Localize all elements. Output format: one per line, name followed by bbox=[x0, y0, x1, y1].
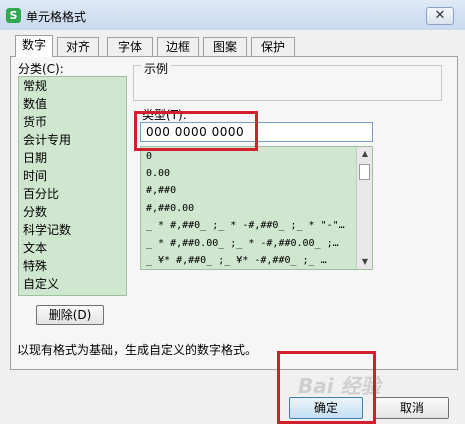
tab-font[interactable]: 字体 bbox=[107, 37, 153, 57]
scroll-thumb[interactable] bbox=[359, 164, 370, 180]
window-title: 单元格格式 bbox=[26, 10, 87, 24]
category-item[interactable]: 会计专用 bbox=[23, 132, 71, 149]
format-list[interactable]: 0 0.00 #,##0 #,##0.00 _ * #,##0_ ;_ * -#… bbox=[140, 146, 373, 270]
tab-number[interactable]: 数字 bbox=[15, 35, 53, 57]
description-text: 以现有格式为基础，生成自定义的数字格式。 bbox=[17, 343, 258, 357]
category-item[interactable]: 时间 bbox=[23, 168, 47, 185]
category-label: 分类(C): bbox=[18, 62, 64, 76]
sample-box bbox=[133, 65, 442, 101]
category-item[interactable]: 数值 bbox=[23, 96, 47, 113]
category-item[interactable]: 常规 bbox=[23, 78, 47, 95]
title-bar: S 单元格格式 ✕ bbox=[0, 0, 465, 30]
scroll-down-icon[interactable]: ▼ bbox=[357, 255, 373, 269]
category-item[interactable]: 日期 bbox=[23, 150, 47, 167]
category-item[interactable]: 分数 bbox=[23, 204, 47, 221]
delete-button[interactable]: 删除(D) bbox=[36, 305, 104, 325]
close-button[interactable]: ✕ bbox=[426, 7, 454, 25]
tab-alignment[interactable]: 对齐 bbox=[57, 37, 99, 57]
highlight-box-ok bbox=[277, 351, 376, 424]
category-item-selected[interactable]: 自定义 bbox=[23, 276, 60, 293]
format-item[interactable]: _ * #,##0_ ;_ * -#,##0_ ;_ * "-"… bbox=[146, 217, 345, 234]
category-item[interactable]: 百分比 bbox=[23, 186, 59, 203]
sample-label: 示例 bbox=[141, 60, 172, 77]
scroll-up-icon[interactable]: ▲ bbox=[357, 147, 373, 161]
category-item[interactable]: 科学记数 bbox=[23, 222, 71, 239]
cancel-button[interactable]: 取消 bbox=[375, 397, 449, 419]
category-list[interactable]: 常规 数值 货币 会计专用 日期 时间 百分比 分数 科学记数 文本 特殊 自定… bbox=[18, 76, 127, 296]
format-item[interactable]: _ * #,##0.00_ ;_ * -#,##0.00_ ;… bbox=[146, 235, 339, 252]
highlight-box-type bbox=[134, 111, 258, 151]
format-item[interactable]: 0.00 bbox=[146, 165, 170, 182]
format-item[interactable]: _ ¥* #,##0_ ;_ ¥* -#,##0_ ;_ … bbox=[146, 252, 327, 269]
format-item[interactable]: #,##0 bbox=[146, 182, 176, 199]
category-item[interactable]: 货币 bbox=[23, 114, 47, 131]
category-item[interactable]: 特殊 bbox=[23, 258, 47, 275]
app-icon: S bbox=[6, 8, 21, 23]
format-item[interactable]: #,##0.00 bbox=[146, 200, 194, 217]
tab-border[interactable]: 边框 bbox=[157, 37, 199, 57]
tab-pattern[interactable]: 图案 bbox=[203, 37, 247, 57]
format-list-scrollbar[interactable]: ▲ ▼ bbox=[356, 147, 372, 269]
tab-protection[interactable]: 保护 bbox=[251, 37, 295, 57]
category-item[interactable]: 文本 bbox=[23, 240, 47, 257]
